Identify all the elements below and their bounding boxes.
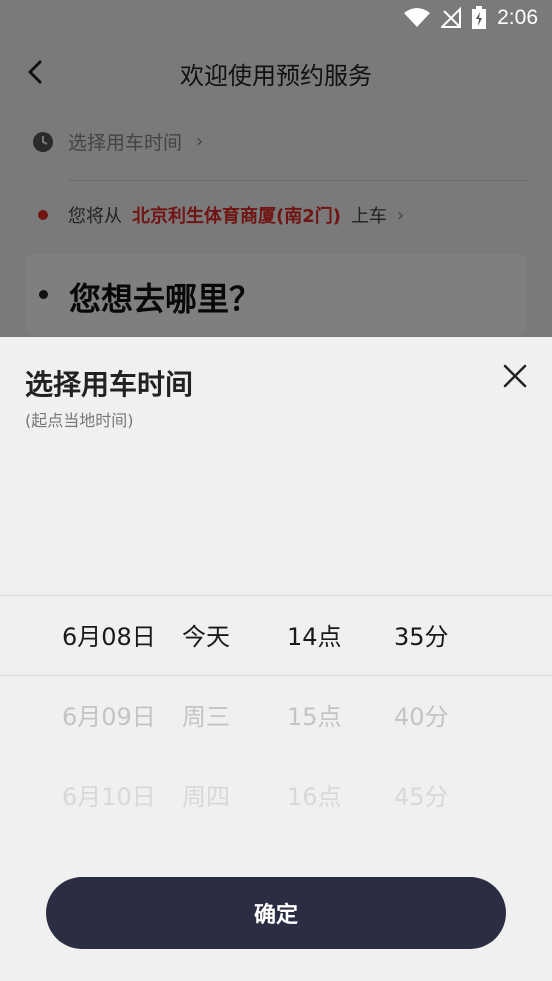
confirm-button[interactable]: 确定 <box>46 877 506 949</box>
status-bar: 2:06 <box>0 0 552 40</box>
picker-hour[interactable]: 15点 <box>287 697 342 732</box>
picker-day[interactable]: 周三 <box>182 697 230 732</box>
picker-date[interactable]: 6月10日 <box>62 777 156 812</box>
picker-row[interactable]: 6月09日 周三 15点 40分 <box>0 675 552 755</box>
picker-day[interactable]: 今天 <box>182 617 230 652</box>
time-picker[interactable]: 6月08日 今天 14点 35分 6月09日 周三 15点 40分 6月10日 … <box>0 595 552 835</box>
picker-date[interactable]: 6月09日 <box>62 697 156 732</box>
signal-icon <box>441 7 462 28</box>
picker-row[interactable]: 6月10日 周四 16点 45分 <box>0 755 552 835</box>
picker-row-selected[interactable]: 6月08日 今天 14点 35分 <box>0 595 552 675</box>
close-icon[interactable] <box>500 361 530 391</box>
picker-minute[interactable]: 35分 <box>394 617 449 652</box>
wifi-icon <box>404 8 431 27</box>
sheet-title: 选择用车时间 <box>25 368 194 401</box>
picker-minute[interactable]: 45分 <box>394 777 449 812</box>
picker-date[interactable]: 6月08日 <box>62 617 156 652</box>
battery-icon <box>472 6 487 29</box>
status-time: 2:06 <box>497 6 538 29</box>
picker-hour[interactable]: 14点 <box>287 617 342 652</box>
picker-day[interactable]: 周四 <box>182 777 230 812</box>
picker-minute[interactable]: 40分 <box>394 697 449 732</box>
time-picker-sheet: 选择用车时间 (起点当地时间) 6月08日 今天 14点 35分 6月09日 周… <box>0 337 552 981</box>
picker-hour[interactable]: 16点 <box>287 777 342 812</box>
sheet-subtitle: (起点当地时间) <box>25 411 134 430</box>
